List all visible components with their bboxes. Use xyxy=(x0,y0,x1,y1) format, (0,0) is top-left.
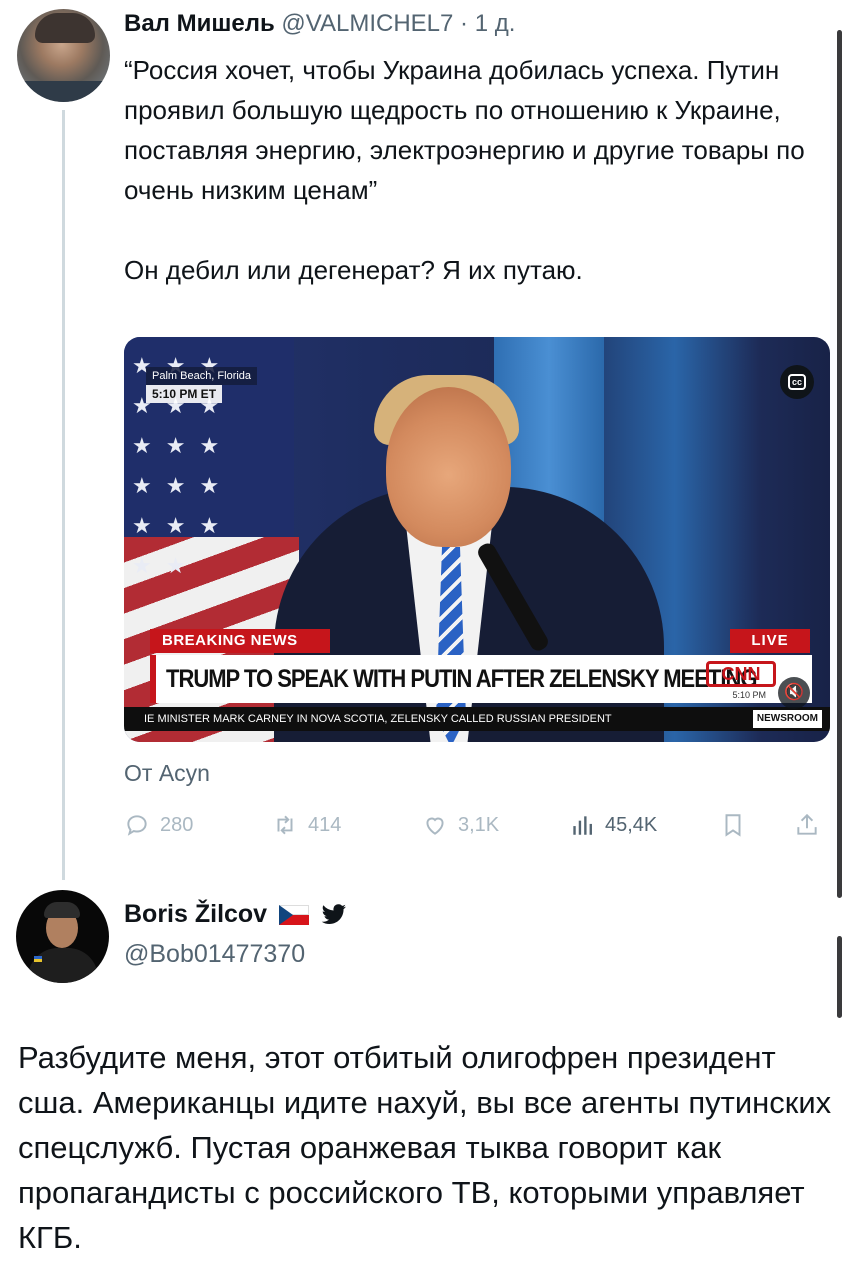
chyron-time: 5:10 PM xyxy=(732,690,766,700)
news-ticker: IE MINISTER MARK CARNEY IN NOVA SCOTIA, … xyxy=(124,707,830,731)
bookmark-button[interactable] xyxy=(720,808,756,842)
reply-button[interactable]: 280 xyxy=(124,808,193,842)
ticker-text: IE MINISTER MARK CARNEY IN NOVA SCOTIA, … xyxy=(144,713,612,725)
twitter-bird-icon xyxy=(321,903,347,924)
video-player[interactable]: ★★★ ★★★ ★★★ ★★★ ★★★ ★★ Palm Beach, Flori… xyxy=(124,337,830,742)
video-attribution[interactable]: От Acyn xyxy=(124,760,210,787)
speaker-face xyxy=(386,387,511,547)
mute-icon[interactable]: 🔇 xyxy=(778,677,810,709)
cc-icon[interactable]: cc xyxy=(780,365,814,399)
tweet-text: “Россия хочет, чтобы Украина добилась ус… xyxy=(124,55,805,285)
views-button[interactable]: 45,4K xyxy=(569,808,657,842)
scrollbar-thumb-secondary[interactable] xyxy=(837,936,842,1018)
cnn-logo: CNN xyxy=(706,661,776,687)
czech-flag-icon xyxy=(279,904,310,925)
avatar-shirt xyxy=(17,81,110,102)
chyron-headline: TRUMP TO SPEAK WITH PUTIN AFTER ZELENSKY… xyxy=(166,664,757,693)
chyron: TRUMP TO SPEAK WITH PUTIN AFTER ZELENSKY… xyxy=(150,655,812,703)
ukraine-badge-icon xyxy=(34,956,42,962)
reply-count: 280 xyxy=(160,813,194,836)
share-button[interactable] xyxy=(794,808,830,842)
separator: · xyxy=(453,10,475,37)
retweet-button[interactable]: 414 xyxy=(272,808,341,842)
bookmark-icon xyxy=(725,814,741,837)
retweet-count: 414 xyxy=(308,813,342,836)
share-icon xyxy=(797,813,817,835)
avatar[interactable] xyxy=(17,9,110,102)
breaking-news-label: BREAKING NEWS xyxy=(150,629,330,653)
like-icon xyxy=(426,817,444,835)
cc-label: cc xyxy=(787,374,806,390)
like-button[interactable]: 3,1K xyxy=(422,808,499,842)
avatar-2[interactable] xyxy=(16,890,109,983)
avatar-cap xyxy=(44,902,80,918)
live-label: LIVE xyxy=(730,629,810,653)
tweet-header: Вал Мишель @VALMICHEL7 · 1 д. xyxy=(124,8,830,40)
author-handle[interactable]: @VALMICHEL7 xyxy=(281,10,453,37)
retweet-icon xyxy=(277,815,293,835)
thread-line xyxy=(62,110,65,880)
author-name-2[interactable]: Boris Žilcov xyxy=(124,900,347,929)
ticker-tag: NEWSROOM xyxy=(752,710,822,728)
author-name-text[interactable]: Boris Žilcov xyxy=(124,900,267,929)
scrollbar-thumb[interactable] xyxy=(837,30,842,898)
tweet-1[interactable]: Вал Мишель @VALMICHEL7 · 1 д. “Россия хо… xyxy=(124,8,830,290)
views-icon xyxy=(573,816,592,835)
tweet-actions: 280 414 3,1K 45,4K xyxy=(124,808,830,842)
video-location: Palm Beach, Florida xyxy=(146,367,258,385)
avatar-body xyxy=(28,948,98,983)
author-handle-2[interactable]: @Bob01477370 xyxy=(124,940,305,969)
timestamp[interactable]: 1 д. xyxy=(475,10,516,37)
reply-icon xyxy=(127,815,147,836)
tweet-text-2: Разбудите меня, этот отбитый олигофрен п… xyxy=(18,1040,832,1255)
avatar-hair xyxy=(35,13,95,43)
like-count: 3,1K xyxy=(458,813,500,836)
video-time: 5:10 PM ET xyxy=(146,385,223,403)
views-count: 45,4K xyxy=(605,813,658,836)
author-name[interactable]: Вал Мишель xyxy=(124,10,275,37)
